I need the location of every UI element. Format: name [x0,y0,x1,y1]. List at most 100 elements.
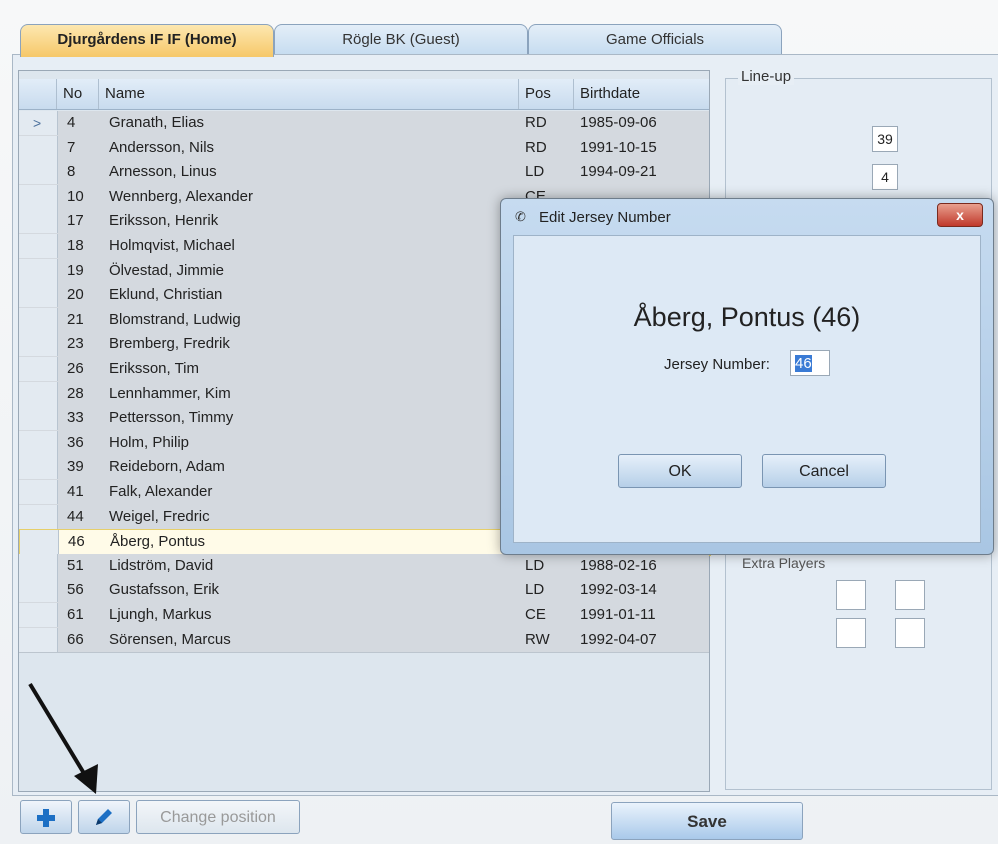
cell-no: 21 [67,310,84,328]
tab-game-officials[interactable]: Game Officials [528,24,782,55]
save-button[interactable]: Save [611,802,803,840]
cell-no: 33 [67,409,84,427]
dialog-title: Edit Jersey Number [539,209,671,226]
row-header[interactable] [19,332,58,357]
change-position-button[interactable]: Change position [136,800,300,834]
extra-player-slot[interactable] [895,618,925,648]
phone-icon: ✆ [515,209,526,224]
cell-name: Falk, Alexander [109,483,213,500]
cell-pos: RW [525,630,550,648]
cell-name: Åberg, Pontus [110,533,206,551]
table-row[interactable]: >4 Granath, Elias RD 1985-09-06 [19,111,709,137]
row-header[interactable] [19,406,58,431]
add-player-button[interactable] [20,800,72,834]
cell-pos: CE [525,606,546,623]
column-header-birthdate[interactable]: Birthdate [574,79,709,109]
cell-name: Wennberg, Alexander [109,187,253,205]
cell-no: 17 [67,212,84,230]
table-row[interactable]: 66 Sörensen, Marcus RW 1992-04-07 [19,627,709,654]
cell-no: 44 [67,507,84,525]
table-row[interactable]: 7 Andersson, Nils RD 1991-10-15 [19,135,709,162]
table-row[interactable]: 51 Lidström, David LD 1988-02-16 [19,553,709,580]
extra-player-slot[interactable] [895,580,925,610]
column-header-pos[interactable]: Pos [519,79,574,109]
row-header[interactable] [19,283,58,308]
cell-no: 20 [67,286,84,304]
cell-name: Sörensen, Marcus [109,630,231,648]
player-heading: Åberg, Pontus (46) [633,302,861,332]
cell-no: 28 [67,384,84,402]
cell-birthdate: 1994-09-21 [580,163,657,181]
row-header[interactable] [19,627,58,652]
lineup-number-box[interactable]: 39 [872,126,898,152]
cell-pos: LD [525,163,545,181]
row-header[interactable] [19,381,58,406]
cell-name: Reideborn, Adam [109,458,225,476]
row-header[interactable] [19,430,58,455]
edit-jersey-dialog: ✆ Edit Jersey Number x Åberg, Pontus (46… [500,198,994,555]
cell-name: Eriksson, Henrik [109,212,219,230]
row-header[interactable] [19,135,58,160]
cell-name: Holm, Philip [109,433,190,451]
row-header[interactable] [19,357,58,381]
cell-no: 26 [67,360,84,377]
table-row[interactable]: 61 Ljungh, Markus CE 1991-01-11 [19,603,709,629]
row-header[interactable] [19,578,58,603]
row-header[interactable] [19,184,58,209]
row-header[interactable] [19,553,58,578]
row-header[interactable] [19,455,58,480]
cell-no: 19 [67,261,84,279]
row-header[interactable] [19,307,58,332]
cell-no: 51 [67,556,84,574]
tab-home-team[interactable]: Djurgårdens IF IF (Home) [20,24,274,57]
close-button[interactable]: x [937,203,983,227]
cell-no: 41 [67,483,84,500]
tab-guest-team[interactable]: Rögle BK (Guest) [274,24,528,55]
cell-birthdate: 1991-10-15 [580,138,657,156]
cell-pos: RD [525,114,547,131]
ok-button[interactable]: OK [618,454,742,488]
table-row[interactable]: 56 Gustafsson, Erik LD 1992-03-14 [19,578,709,604]
cell-birthdate: 1988-02-16 [580,556,657,574]
jersey-number-label: Jersey Number: [664,356,770,373]
cell-name: Eriksson, Tim [109,360,200,377]
extra-player-slot[interactable] [836,618,866,648]
row-header[interactable]: > [19,111,58,135]
column-header-no[interactable]: No [57,79,99,109]
extra-player-slot[interactable] [836,580,866,610]
team-tabs: Djurgårdens IF IF (Home) Rögle BK (Guest… [20,24,800,57]
cancel-button[interactable]: Cancel [762,454,886,488]
cell-name: Weigel, Fredric [109,507,210,525]
row-header[interactable] [19,234,58,258]
edit-jersey-button[interactable] [78,800,130,834]
cell-no: 46 [68,533,85,551]
cell-no: 66 [67,630,84,648]
row-header[interactable] [19,603,58,627]
row-header[interactable] [19,480,58,504]
cell-no: 8 [67,163,76,181]
table-row[interactable]: 8 Arnesson, Linus LD 1994-09-21 [19,160,709,186]
app-window: Djurgårdens IF IF (Home) Rögle BK (Guest… [0,0,998,844]
cell-no: 56 [67,581,84,599]
cell-no: 36 [67,433,84,451]
row-header[interactable] [20,530,59,555]
cell-no: 18 [67,237,84,254]
lineup-number-box[interactable]: 4 [872,164,898,190]
row-header[interactable] [19,258,58,283]
row-header[interactable] [19,209,58,234]
column-header-name[interactable]: Name [99,79,519,109]
extra-players-label: Extra Players [742,555,826,571]
jersey-number-input[interactable]: 46 [790,350,830,376]
cell-no: 61 [67,606,84,623]
dialog-body: Åberg, Pontus (46) Jersey Number: 46 OK … [513,235,981,543]
row-header[interactable] [19,504,58,529]
annotation-arrow-icon [28,682,98,794]
row-header[interactable] [19,160,58,185]
cell-no: 39 [67,458,84,476]
cell-no: 23 [67,335,84,353]
cell-no: 4 [67,114,76,131]
cell-name: Eklund, Christian [109,286,223,304]
cell-name: Lennhammer, Kim [109,384,231,402]
cell-name: Andersson, Nils [109,138,215,156]
cell-birthdate: 1992-04-07 [580,630,657,648]
